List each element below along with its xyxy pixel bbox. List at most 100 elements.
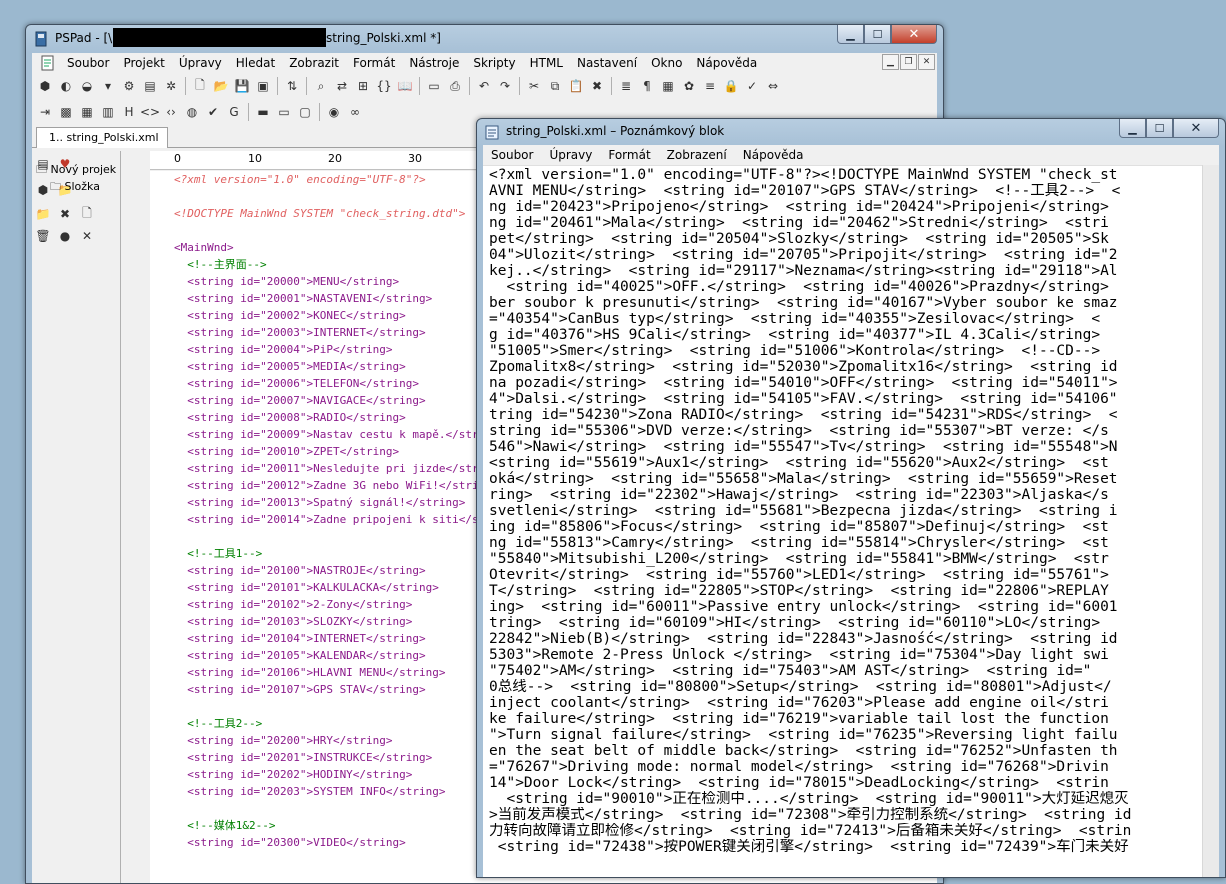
notepad-line: 546">Nawi</string> <string id="55547">Tv… — [489, 439, 1118, 455]
notepad-titlebar[interactable]: string_Polski.xml – Poznámkový blok ▁ ☐ … — [477, 119, 1225, 145]
table-icon[interactable]: ▦ — [78, 103, 96, 121]
pilcrow-icon[interactable]: ¶ — [638, 77, 656, 95]
pspad-titlebar[interactable]: PSPad - [\ string_Polski.xml *] ▁ ☐ ✕ — [26, 25, 943, 53]
notepad-line: "75402">AM</string> <string id="75403">A… — [489, 663, 1092, 679]
spell-icon[interactable]: ✓ — [743, 77, 761, 95]
menu-projekt[interactable]: Projekt — [116, 56, 171, 70]
tree-item-folder[interactable]: 🗀 Složka — [36, 178, 116, 195]
close-button[interactable]: ✕ — [1173, 119, 1219, 138]
close-button[interactable]: ✕ — [891, 25, 937, 44]
column-icon[interactable]: ▦ — [659, 77, 677, 95]
search-icon[interactable]: ⌕ — [312, 77, 330, 95]
mdi-restore-button[interactable]: ❐ — [900, 54, 917, 70]
vertical-scrollbar[interactable] — [1202, 165, 1219, 877]
add-file-icon[interactable]: 🗋 — [78, 205, 96, 223]
validate-icon[interactable]: ✔ — [204, 103, 222, 121]
code-line: <!--工具2--> — [174, 717, 263, 730]
menu-okno[interactable]: Okno — [644, 56, 689, 70]
separator — [306, 77, 307, 95]
paste-icon[interactable]: 📋 — [567, 77, 585, 95]
insert-icon[interactable]: ⇥ — [36, 103, 54, 121]
dropdown-icon[interactable]: ▾ — [99, 77, 117, 95]
disc-icon[interactable]: ● — [56, 227, 74, 245]
save-project-icon[interactable]: ◒ — [78, 77, 96, 95]
save-icon[interactable]: 💾 — [233, 77, 251, 95]
lock-icon[interactable]: 🔒 — [722, 77, 740, 95]
code-line: <string id="20009">Nastav cestu k mapě.<… — [174, 428, 506, 441]
menu-format[interactable]: Formát — [346, 56, 402, 70]
window-icon[interactable]: ▢ — [296, 103, 314, 121]
undo-icon[interactable]: ↶ — [475, 77, 493, 95]
log-icon[interactable]: ▤ — [141, 77, 159, 95]
remove-icon[interactable]: ✖ — [56, 205, 74, 223]
menu-skripty[interactable]: Skripty — [466, 56, 522, 70]
print-icon[interactable]: ⎙ — [446, 77, 464, 95]
tools-icon[interactable]: ✕ — [78, 227, 96, 245]
minimize-button[interactable]: ▁ — [1119, 119, 1146, 138]
maximize-button[interactable]: ☐ — [1146, 119, 1173, 138]
notepad-line: ng id="55813">Camry</string> <string id=… — [489, 535, 1109, 551]
bracket-icon[interactable]: {} — [375, 77, 393, 95]
code-line: <string id="20012">Zadne 3G nebo WiFi!</… — [174, 479, 499, 492]
preview-icon[interactable]: ▭ — [425, 77, 443, 95]
menu-napoveda[interactable]: Nápověda — [735, 148, 812, 162]
notepad-line: ="76267">Driving mode: normal model</str… — [489, 759, 1109, 775]
copy-icon[interactable]: ⧉ — [546, 77, 564, 95]
save-all-icon[interactable]: ▣ — [254, 77, 272, 95]
find-files-icon[interactable]: ⊞ — [354, 77, 372, 95]
gear-icon[interactable]: ✲ — [162, 77, 180, 95]
menu-zobrazeni[interactable]: Zobrazení — [659, 148, 735, 162]
menu-upravy[interactable]: Úpravy — [541, 148, 600, 162]
delete-icon[interactable]: 🗑 — [34, 227, 52, 245]
menu-format[interactable]: Formát — [600, 148, 658, 162]
settings-icon[interactable]: ⚙ — [120, 77, 138, 95]
ruler-icon[interactable]: ≡ — [701, 77, 719, 95]
pin-icon[interactable]: ⇔ — [764, 77, 782, 95]
menu-soubor[interactable]: Soubor — [60, 56, 116, 70]
menu-soubor[interactable]: Soubor — [483, 148, 541, 162]
record-icon[interactable]: ◉ — [325, 103, 343, 121]
delete-icon[interactable]: ✖ — [588, 77, 606, 95]
menu-zobrazit[interactable]: Zobrazit — [282, 56, 346, 70]
open-project-icon[interactable]: ◐ — [57, 77, 75, 95]
open-file-icon[interactable]: 📂 — [212, 77, 230, 95]
color-picker-icon[interactable]: ▥ — [99, 103, 117, 121]
google-icon[interactable]: G — [225, 103, 243, 121]
menu-upravy[interactable]: Úpravy — [172, 56, 229, 70]
add-folder-icon[interactable]: 📁 — [34, 205, 52, 223]
mdi-minimize-button[interactable]: ▁ — [882, 54, 899, 70]
notepad-line: oká</string> <string id="55658">Mala</st… — [489, 471, 1118, 487]
tab-string-polski[interactable]: 1.. string_Polski.xml — [36, 127, 168, 148]
html-txt-icon[interactable]: H — [120, 103, 138, 121]
compare-icon[interactable]: ⇅ — [283, 77, 301, 95]
tag-alt-icon[interactable]: ‹› — [162, 103, 180, 121]
tag-icon[interactable]: <> — [140, 103, 160, 121]
menu-hledat[interactable]: Hledat — [229, 56, 282, 70]
project-icon[interactable]: ⬢ — [36, 77, 54, 95]
menu-nastroje[interactable]: Nástroje — [402, 56, 466, 70]
tree-item-project[interactable]: 🗀 Nový projek — [36, 161, 116, 178]
mdi-close-button[interactable]: ✕ — [918, 54, 935, 70]
globe-icon[interactable]: ◍ — [183, 103, 201, 121]
layout-icon[interactable]: ▭ — [275, 103, 293, 121]
ruler-tick: 30 — [408, 152, 422, 165]
minimize-button[interactable]: ▁ — [837, 25, 864, 44]
glasses-icon[interactable]: ∞ — [346, 103, 364, 121]
html-tag-icon[interactable]: ▩ — [57, 103, 75, 121]
menu-html[interactable]: HTML — [523, 56, 570, 70]
replace-icon[interactable]: ⇄ — [333, 77, 351, 95]
color-icon[interactable]: ✿ — [680, 77, 698, 95]
wrap-icon[interactable]: ≣ — [617, 77, 635, 95]
macro-icon[interactable]: ▬ — [254, 103, 272, 121]
menu-nastaveni[interactable]: Nastavení — [570, 56, 644, 70]
notepad-app-icon — [485, 125, 499, 140]
redo-icon[interactable]: ↷ — [496, 77, 514, 95]
maximize-button[interactable]: ☐ — [864, 25, 891, 44]
book-icon[interactable]: 📖 — [396, 77, 414, 95]
menu-napoveda[interactable]: Nápověda — [689, 56, 764, 70]
cut-icon[interactable]: ✂ — [525, 77, 543, 95]
new-file-icon[interactable]: 🗋 — [191, 77, 209, 95]
notepad-line: T</string> <string id="22805">STOP</stri… — [489, 583, 1109, 599]
notepad-text-area[interactable]: <?xml version="1.0" encoding="UTF-8"?><!… — [489, 167, 1203, 877]
